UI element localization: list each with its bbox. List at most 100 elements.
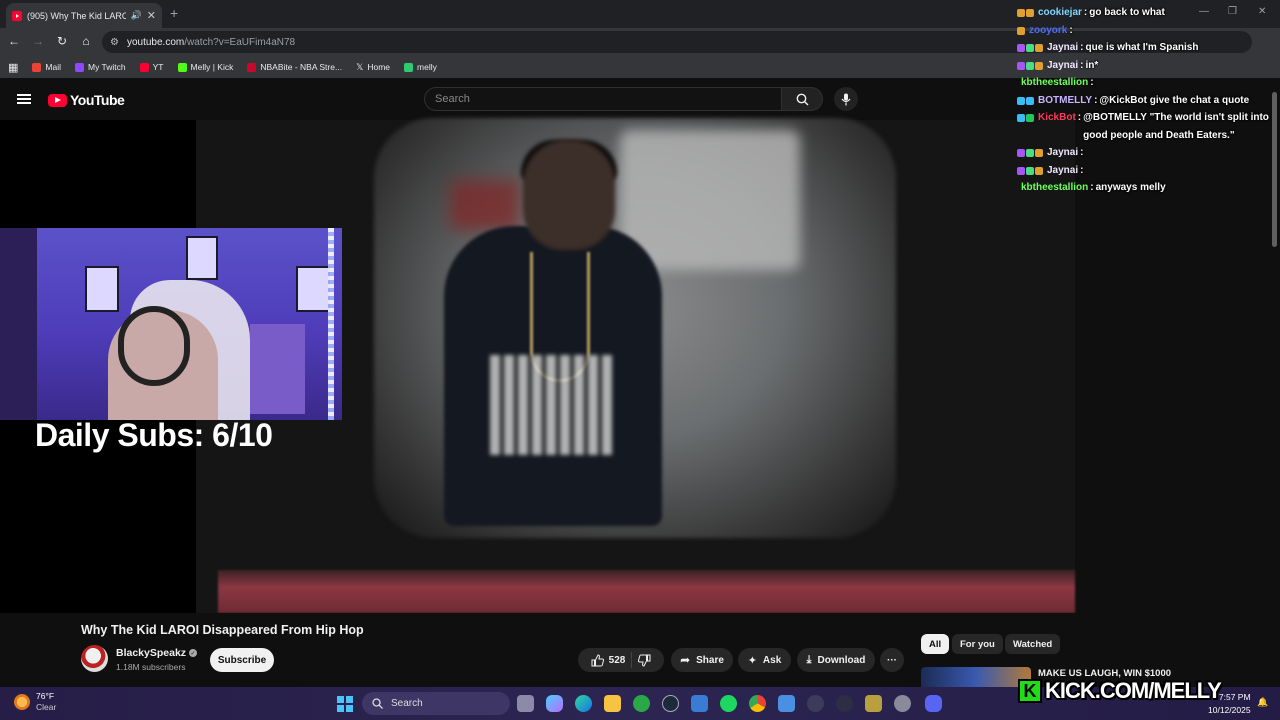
copilot-icon[interactable] — [546, 695, 563, 712]
chat-badge-icon — [1017, 149, 1025, 157]
home-icon[interactable]: ⌂ — [78, 34, 94, 48]
chat-text: in* — [1085, 59, 1099, 71]
youtube-logo[interactable]: YouTube — [48, 92, 125, 108]
chat-message: KickBot: @BOTMELLY "The world isn't split… — [1017, 109, 1275, 144]
chat-message: zooyork: — [1017, 22, 1275, 40]
chrome-icon[interactable] — [749, 695, 766, 712]
steam-icon[interactable] — [662, 695, 679, 712]
melly-icon — [404, 62, 414, 72]
weather-widget[interactable]: 76°F Clear — [14, 691, 56, 713]
task-view-icon[interactable] — [517, 695, 534, 712]
twitch-icon — [75, 62, 84, 72]
discord-icon[interactable] — [925, 695, 942, 712]
chat-badge-icon — [1026, 44, 1034, 52]
chat-separator: : — [1094, 94, 1098, 106]
url-path: /watch?v=EaUFim4aN78 — [184, 36, 296, 48]
chat-username[interactable]: BOTMELLY — [1038, 92, 1092, 110]
share-button[interactable]: ➦ Share — [671, 648, 733, 672]
x-logo-icon: 𝕏 — [356, 61, 364, 72]
chat-separator: : — [1069, 24, 1073, 36]
chat-message: cookiejar: go back to what — [1017, 4, 1275, 22]
webcam-lightstrip — [328, 228, 334, 420]
chip-watched[interactable]: Watched — [1005, 634, 1061, 654]
chat-username[interactable]: Jaynai — [1047, 162, 1078, 180]
search-input[interactable]: Search — [424, 87, 782, 111]
bookmark-melly-kick[interactable]: Melly | Kick — [177, 62, 233, 72]
chat-username[interactable]: cookiejar — [1038, 4, 1082, 22]
search-button[interactable] — [781, 87, 823, 111]
chat-badge-icon — [1035, 44, 1043, 52]
like-button[interactable]: 528 — [591, 653, 626, 667]
more-actions-button[interactable]: ··· — [880, 648, 904, 672]
chat-username[interactable]: Jaynai — [1047, 57, 1078, 75]
chat-badge-icon — [1035, 61, 1043, 70]
chat-username[interactable]: kbtheestallion — [1021, 179, 1088, 197]
app-icon[interactable] — [836, 695, 853, 712]
photos-icon[interactable] — [778, 695, 795, 712]
nba-icon — [247, 62, 257, 72]
chat-username[interactable]: KickBot — [1038, 109, 1076, 127]
weather-sun-icon — [14, 694, 30, 710]
thumbs-down-icon[interactable] — [638, 654, 651, 667]
reload-icon[interactable]: ↻ — [54, 34, 70, 48]
chat-username[interactable]: zooyork — [1029, 22, 1067, 40]
chat-separator: : — [1080, 164, 1084, 176]
chat-message: Jaynai: que is what I'm Spanish — [1017, 39, 1275, 57]
start-button[interactable] — [337, 696, 353, 712]
chat-badges — [1017, 4, 1034, 17]
site-info-icon[interactable]: ⚙ — [110, 37, 119, 48]
bookmark-yt[interactable]: YT — [139, 62, 164, 72]
notification-bell-icon[interactable]: 🔔 — [1257, 697, 1268, 708]
app-icon[interactable] — [865, 695, 882, 712]
chat-scrollbar[interactable] — [1272, 92, 1277, 247]
video-head — [523, 140, 615, 250]
chip-all[interactable]: All — [921, 634, 950, 654]
settings-icon[interactable] — [894, 695, 911, 712]
back-icon[interactable]: ← — [6, 34, 22, 48]
bookmark-my-twitch[interactable]: My Twitch — [75, 62, 126, 72]
apps-grid-icon[interactable]: ▦ — [8, 61, 18, 74]
voice-search-button[interactable] — [834, 87, 858, 111]
bookmark-mail[interactable]: Mail — [32, 62, 61, 72]
chat-username[interactable]: Jaynai — [1047, 144, 1078, 162]
chat-badge-icon — [1017, 166, 1025, 175]
chat-separator: : — [1090, 77, 1094, 88]
recommended-thumbnail[interactable] — [921, 667, 1031, 687]
edge-icon[interactable] — [575, 695, 592, 712]
bookmark-home[interactable]: 𝕏 Home — [356, 62, 390, 73]
xbox-icon[interactable] — [633, 695, 650, 712]
video-sign — [450, 180, 520, 230]
media-player-icon[interactable] — [807, 695, 824, 712]
webcam-poster — [296, 266, 330, 312]
channel-avatar[interactable] — [81, 645, 108, 672]
url-host: youtube.com — [126, 36, 185, 48]
chat-separator: : — [1080, 42, 1084, 53]
bookmark-nbabite[interactable]: NBABite - NBA Stre... — [247, 62, 342, 72]
spotify-icon[interactable] — [720, 695, 737, 712]
video-truck — [620, 130, 800, 270]
download-button[interactable]: ⤓ Download — [797, 648, 875, 672]
speaker-icon[interactable]: 🔊 — [131, 10, 142, 21]
subscribe-button[interactable]: Subscribe — [210, 648, 274, 672]
chat-badge-icon — [1017, 96, 1025, 105]
video-title: Why The Kid LAROI Disappeared From Hip H… — [81, 623, 364, 637]
youtube-play-icon — [48, 93, 67, 107]
bookmark-melly[interactable]: melly — [404, 62, 437, 72]
tab-close-icon[interactable]: ✕ — [147, 9, 156, 22]
menu-icon[interactable] — [17, 94, 31, 104]
chat-badge-icon — [1017, 61, 1025, 70]
new-tab-button[interactable]: + — [170, 5, 178, 21]
chat-username[interactable]: Jaynai — [1047, 39, 1078, 57]
browser-tab[interactable]: (905) Why The Kid LAROI D 🔊 ✕ — [6, 3, 162, 28]
taskbar-search[interactable]: Search — [362, 692, 510, 715]
chip-for-you[interactable]: For you — [952, 634, 1003, 654]
channel-name[interactable]: BlackySpeakz ✓ — [116, 647, 198, 659]
file-explorer-icon[interactable] — [604, 695, 621, 712]
ask-button[interactable]: ✦ Ask — [738, 648, 791, 672]
chat-username[interactable]: kbtheestallion — [1021, 74, 1088, 92]
forward-icon[interactable]: → — [30, 34, 46, 48]
chat-message: Jaynai: — [1017, 162, 1275, 180]
store-icon[interactable] — [691, 695, 708, 712]
like-count: 528 — [608, 654, 626, 666]
chat-message: BOTMELLY: @KickBot give the chat a quote — [1017, 92, 1275, 110]
